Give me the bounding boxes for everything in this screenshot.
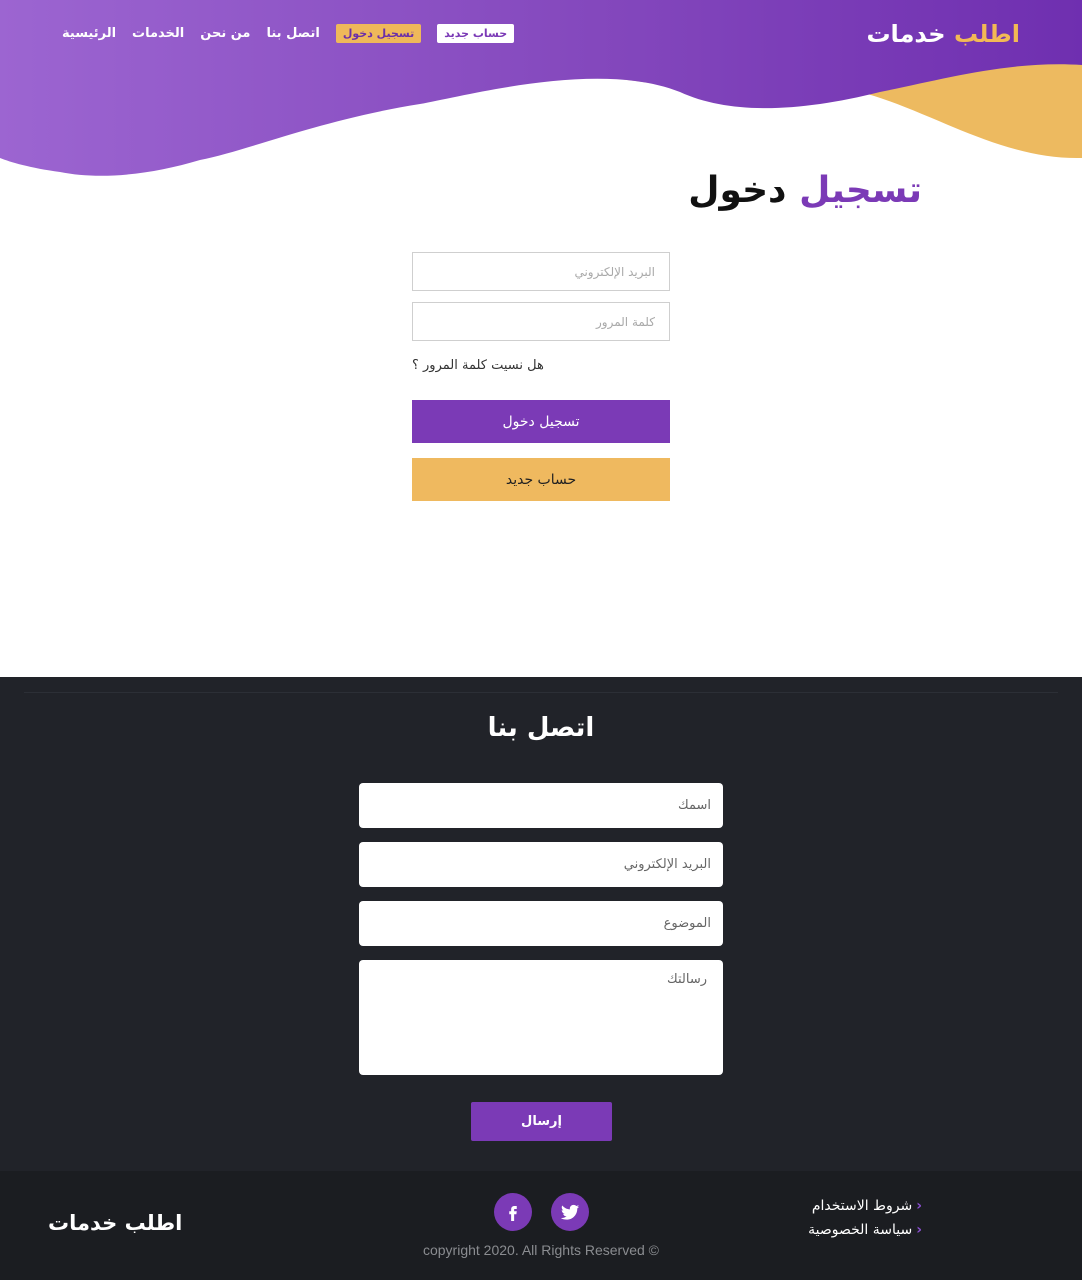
password-input[interactable]	[412, 302, 670, 341]
facebook-link[interactable]	[494, 1193, 532, 1231]
contact-title: اتصل بنا	[487, 713, 595, 743]
page-title-rest: دخول	[688, 170, 787, 211]
nav-about[interactable]: من نحن	[200, 26, 250, 41]
divider	[24, 692, 1058, 693]
page-title: تسجيل دخول	[688, 170, 922, 211]
contact-message-textarea[interactable]	[359, 960, 723, 1075]
footer-link-terms[interactable]: ‹ شروط الاستخدام	[808, 1198, 922, 1214]
page-title-accent: تسجيل	[799, 170, 922, 211]
forgot-password-link[interactable]: هل نسيت كلمة المرور ؟	[412, 358, 670, 373]
nav-services[interactable]: الخدمات	[132, 26, 184, 41]
nav-contact[interactable]: اتصل بنا	[266, 26, 319, 41]
nav-login-button[interactable]: تسجيل دخول	[335, 23, 422, 43]
twitter-icon	[560, 1204, 580, 1220]
brand-logo[interactable]: اطلب خدمات	[866, 20, 1020, 48]
chevron-left-icon: ‹	[916, 1198, 922, 1214]
register-button[interactable]: حساب جديد	[412, 458, 670, 501]
footer-link-privacy[interactable]: ‹ سياسة الخصوصية	[808, 1222, 922, 1238]
send-button[interactable]: إرسال	[471, 1102, 612, 1141]
copyright: © copyright 2020. All Rights Reserved	[422, 1242, 659, 1258]
brand-part1: اطلب	[953, 20, 1020, 48]
forgot-password-label: هل نسيت كلمة المرور ؟	[412, 358, 544, 373]
twitter-link[interactable]	[551, 1193, 589, 1231]
chevron-left-icon: ‹	[916, 1222, 922, 1238]
contact-email-input[interactable]	[359, 842, 723, 887]
footer-link-privacy-label: سياسة الخصوصية	[808, 1222, 913, 1238]
brand-part2: خدمات	[866, 20, 946, 48]
footer-links: ‹ شروط الاستخدام ‹ سياسة الخصوصية	[808, 1198, 922, 1238]
contact-subject-input[interactable]	[359, 901, 723, 946]
nav-home[interactable]: الرئيسية	[62, 26, 116, 41]
contact-section: اتصل بنا إرسال	[0, 677, 1082, 1171]
facebook-icon	[509, 1206, 517, 1221]
footer-brand: اطلب خدمات	[48, 1211, 183, 1235]
footer-link-terms-label: شروط الاستخدام	[811, 1198, 913, 1214]
main-nav: الرئيسية الخدمات من نحن اتصل بنا تسجيل د…	[62, 22, 515, 44]
contact-name-input[interactable]	[359, 783, 723, 828]
email-input[interactable]	[412, 252, 670, 291]
login-button[interactable]: تسجيل دخول	[412, 400, 670, 443]
footer: اطلب خدمات © copyright 2020. All Rights …	[0, 1171, 1082, 1280]
nav-register-button[interactable]: حساب جديد	[437, 23, 515, 43]
